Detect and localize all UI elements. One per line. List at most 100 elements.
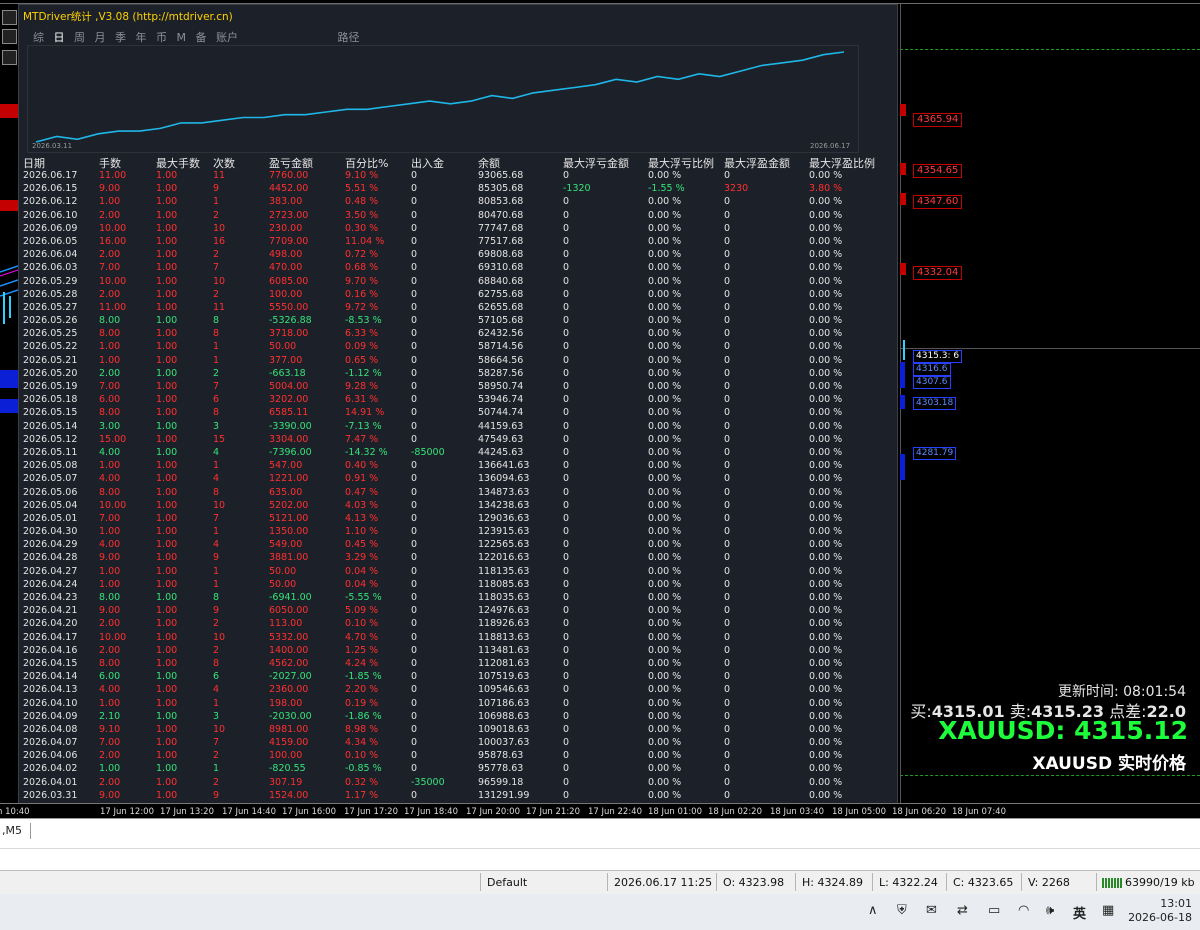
battery-icon[interactable]: ▭ (988, 903, 1000, 918)
menu-item-backup[interactable]: 备 (196, 31, 207, 44)
cell-mfp: 0 (724, 249, 731, 261)
cell-pnl: 113.00 (269, 618, 303, 630)
volume-icon[interactable]: 🕪 (1046, 903, 1054, 918)
cell-pct: 0.65 % (345, 354, 379, 366)
cell-lots: 7.00 (99, 262, 121, 274)
cell-mfpp: 0.00 % (809, 526, 843, 538)
cell-mfl: 0 (563, 235, 570, 247)
cell-balance: 62755.68 (478, 288, 524, 300)
cell-mfpp: 0.00 % (809, 512, 843, 524)
table-row: 2026.04.30 1.00 1.00 1 1350.00 1.10 % 0 123915.… (23, 525, 893, 538)
cell-lots: 4.00 (99, 684, 121, 696)
cell-date: 2026.04.20 (23, 618, 78, 630)
cell-maxlots: 1.00 (156, 552, 178, 564)
table-row: 2026.06.05 16.00 1.00 16 7709.00 11.04 % 0 7751… (23, 235, 893, 248)
cell-maxlots: 1.00 (156, 526, 178, 538)
cell-deposit: 0 (411, 723, 418, 735)
menu-item-path[interactable]: 路径 (338, 31, 360, 44)
price-chart[interactable]: 4365.94 4354.65 4347.60 4332.04 4315.3: … (0, 0, 1200, 818)
cell-pct: 9.10 % (345, 170, 379, 181)
menu-item-summary[interactable]: 综 (33, 31, 44, 44)
cell-mfl: 0 (563, 723, 570, 735)
cell-maxlots: 1.00 (156, 776, 178, 788)
price-tag: 4316.6 (913, 363, 951, 376)
cell-pnl: 2360.00 (269, 684, 309, 696)
price-label: 4347.60 (913, 195, 963, 209)
cell-maxlots: 1.00 (156, 565, 178, 577)
menu-item-account[interactable]: 账户 (216, 31, 238, 44)
menu-item-day[interactable]: 日 (54, 31, 65, 44)
cell-mfpp: 0.00 % (809, 565, 843, 577)
cell-mfp: 0 (724, 526, 731, 538)
cell-mfl: 0 (563, 249, 570, 261)
system-clock[interactable]: 13:01 2026-06-18 (1128, 897, 1192, 925)
table-row: 2026.04.20 2.00 1.00 2 113.00 0.10 % 0 118926.6… (23, 617, 893, 630)
cell-pnl: 198.00 (269, 697, 303, 709)
cell-mflp: 0.00 % (648, 394, 682, 406)
cell-date: 2026.05.04 (23, 499, 78, 511)
cell-maxlots: 1.00 (156, 433, 178, 445)
cell-lots: 1.00 (99, 341, 121, 353)
time-axis-label: 18 Jun 02:20 (708, 807, 762, 817)
table-row: 2026.04.23 8.00 1.00 8 -6941.00 -5.55 % 0 11803… (23, 591, 893, 604)
cell-maxlots: 1.00 (156, 723, 178, 735)
ime-indicator[interactable]: 英 (1073, 903, 1086, 922)
toolbar-icon[interactable] (2, 29, 17, 44)
cell-balance: 80470.68 (478, 209, 524, 221)
toolbar-icon[interactable] (2, 10, 17, 25)
menu-item-week[interactable]: 周 (74, 31, 85, 44)
cell-mfp: 0 (724, 209, 731, 221)
connection-status[interactable]: 63990/19 kb (1102, 876, 1195, 889)
cell-mfp: 0 (724, 222, 731, 234)
toolbar-icon[interactable] (2, 50, 17, 65)
cell-pct: 3.29 % (345, 552, 379, 564)
cell-mflp: 0.00 % (648, 460, 682, 472)
menu-item-m[interactable]: M (177, 31, 187, 44)
cell-lots: 8.00 (99, 328, 121, 340)
cell-maxlots: 1.00 (156, 657, 178, 669)
cell-mflp: 0.00 % (648, 275, 682, 287)
cell-deposit: 0 (411, 262, 418, 274)
mail-icon[interactable]: ✉ (926, 903, 937, 918)
cell-count: 8 (213, 315, 220, 327)
menu-item-year[interactable]: 年 (136, 31, 147, 44)
cell-deposit: 0 (411, 512, 418, 524)
chart-tab[interactable]: ,M5 (2, 824, 22, 837)
cell-maxlots: 1.00 (156, 262, 178, 274)
cell-mfpp: 0.00 % (809, 367, 843, 379)
time-axis-label: 17 Jun 22:40 (588, 807, 642, 817)
menu-item-month[interactable]: 月 (95, 31, 106, 44)
cell-pnl: 8981.00 (269, 723, 309, 735)
cell-date: 2026.05.19 (23, 381, 78, 392)
transfer-icon[interactable]: ⇄ (957, 903, 968, 918)
cell-lots: 9.00 (99, 183, 121, 195)
cell-mflp: 0.00 % (648, 618, 682, 630)
cell-mfp: 0 (724, 578, 731, 590)
cell-deposit: 0 (411, 288, 418, 300)
cell-count: 2 (213, 750, 220, 762)
status-volume: V: 2268 (1028, 876, 1070, 889)
cell-mflp: 0.00 % (648, 301, 682, 313)
cell-lots: 4.00 (99, 539, 121, 551)
cell-count: 11 (213, 170, 226, 181)
cell-mfl: 0 (563, 789, 570, 801)
wifi-icon[interactable]: ◠ (1018, 903, 1029, 918)
cell-deposit: 0 (411, 486, 418, 498)
cell-balance: 118135.63 (478, 565, 530, 577)
cell-pnl: 1524.00 (269, 789, 309, 801)
security-icon[interactable]: ⛨ (897, 903, 907, 918)
time-axis-label: 18 Jun 06:20 (892, 807, 946, 817)
cell-date: 2026.05.12 (23, 433, 78, 445)
cell-mflp: 0.00 % (648, 288, 682, 300)
cell-mfl: 0 (563, 354, 570, 366)
left-price-marker (0, 399, 18, 413)
chevron-up-icon[interactable]: ∧ (868, 903, 878, 918)
ime-mode-icon[interactable]: ▦ (1102, 903, 1114, 918)
menu-item-quarter[interactable]: 季 (115, 31, 126, 44)
cell-balance: 107186.63 (478, 697, 530, 709)
cell-balance: 85305.68 (478, 183, 524, 195)
cell-count: 3 (213, 420, 220, 432)
cell-mfl: 0 (563, 644, 570, 656)
cell-mflp: 0.00 % (648, 789, 682, 801)
menu-item-currency[interactable]: 币 (156, 31, 167, 44)
